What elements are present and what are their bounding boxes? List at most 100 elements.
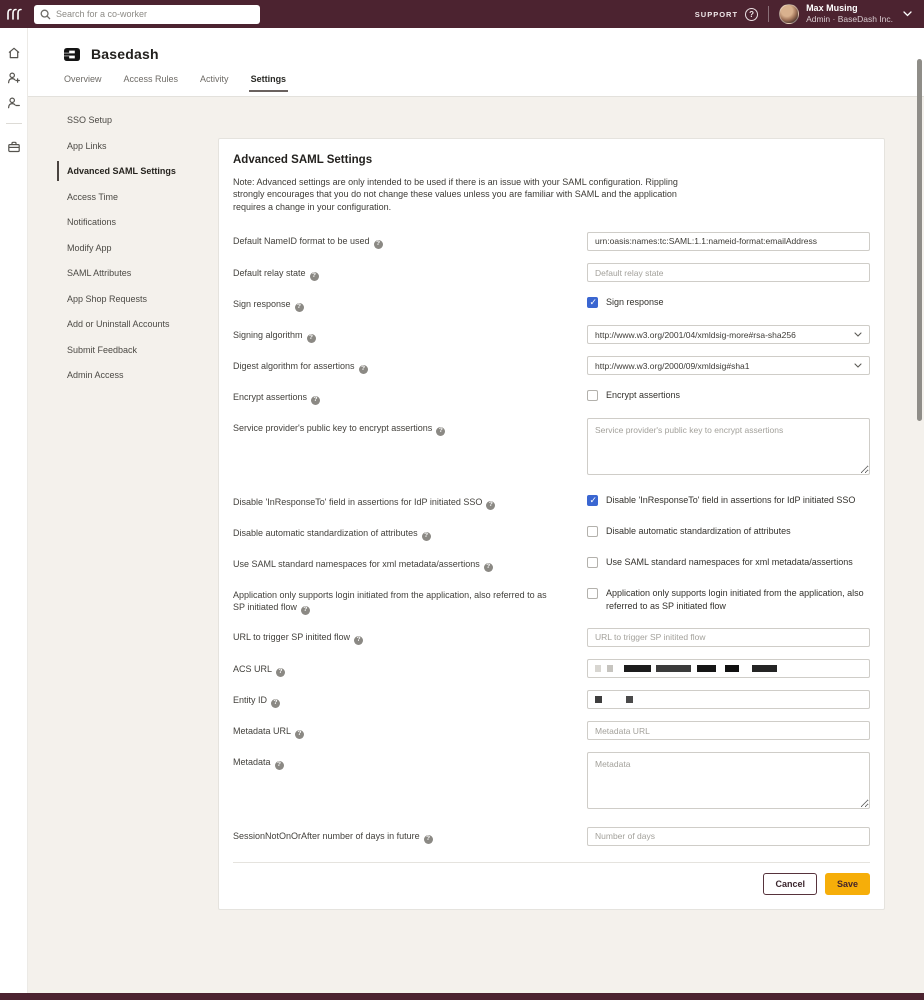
app-title: Basedash [91, 46, 159, 62]
sidebar-item-sso-setup[interactable]: SSO Setup [57, 110, 222, 130]
help-circle-icon[interactable]: ? [745, 8, 758, 21]
form-row-application-only-supports-login-initiated-from-the-application-also-referred-to-as-sp-initiated-flow: Application only supports login initiate… [233, 585, 870, 615]
home-icon[interactable] [0, 40, 28, 65]
field-control: Encrypt assertions [587, 387, 870, 406]
field-control: Use SAML standard namespaces for xml met… [587, 554, 870, 573]
support-link[interactable]: SUPPORT [695, 10, 738, 19]
checkbox-field: Sign response [587, 294, 870, 309]
form-row-disable-inresponseto-field-in-assertions-for-idp-initiated-sso: Disable 'InResponseTo' field in assertio… [233, 492, 870, 511]
redacted-value[interactable] [587, 690, 870, 709]
help-icon[interactable]: ? [311, 396, 320, 405]
field-label: Digest algorithm for assertions [233, 361, 355, 371]
icon-rail [0, 28, 28, 993]
checkbox[interactable] [587, 588, 598, 599]
text-input[interactable] [587, 827, 870, 846]
topbar-right: SUPPORT ? Max Musing Admin · BaseDash In… [695, 3, 924, 25]
help-icon[interactable]: ? [359, 365, 368, 374]
search-input[interactable] [56, 9, 246, 19]
help-icon[interactable]: ? [276, 668, 285, 677]
help-icon[interactable]: ? [295, 303, 304, 312]
help-icon[interactable]: ? [436, 427, 445, 436]
field-control [587, 263, 870, 283]
avatar[interactable] [779, 4, 799, 24]
help-icon[interactable]: ? [275, 761, 284, 770]
tab-access-rules[interactable]: Access Rules [124, 74, 179, 91]
rippling-logo-icon[interactable] [0, 0, 28, 28]
search-icon [40, 9, 51, 20]
sidebar-item-saml-attributes[interactable]: SAML Attributes [57, 263, 222, 283]
topbar: SUPPORT ? Max Musing Admin · BaseDash In… [0, 0, 924, 28]
help-icon[interactable]: ? [301, 606, 310, 615]
add-person-icon[interactable] [0, 65, 28, 90]
textarea-input[interactable] [587, 418, 870, 475]
checkbox[interactable] [587, 526, 598, 537]
scrollbar[interactable] [917, 59, 922, 421]
form-row-url-to-trigger-sp-initited-flow: URL to trigger SP initited flow? [233, 627, 870, 647]
select-dropdown[interactable]: http://www.w3.org/2000/09/xmldsig#sha1 [587, 356, 870, 375]
checkbox[interactable] [587, 390, 598, 401]
checkbox[interactable] [587, 557, 598, 568]
sidebar-item-access-time[interactable]: Access Time [57, 187, 222, 207]
sidebar-item-app-links[interactable]: App Links [57, 136, 222, 156]
checkbox-field: Disable 'InResponseTo' field in assertio… [587, 492, 870, 507]
text-input[interactable] [587, 628, 870, 647]
sidebar-item-advanced-saml-settings[interactable]: Advanced SAML Settings [57, 161, 222, 181]
sidebar-item-admin-access[interactable]: Admin Access [57, 365, 222, 385]
redacted-block [595, 665, 601, 672]
tab-overview[interactable]: Overview [64, 74, 102, 91]
redacted-block [725, 665, 739, 672]
checkbox[interactable] [587, 495, 598, 506]
help-icon[interactable]: ? [307, 334, 316, 343]
tab-activity[interactable]: Activity [200, 74, 229, 91]
user-info: Max Musing Admin · BaseDash Inc. [806, 3, 893, 25]
checkbox-label: Sign response [606, 296, 664, 309]
form-row-sessionnotonorafter-number-of-days-in-future: SessionNotOnOrAfter number of days in fu… [233, 826, 870, 846]
textarea-input[interactable] [587, 752, 870, 809]
chevron-down-icon [854, 332, 862, 337]
field-label: Disable automatic standardization of att… [233, 528, 418, 538]
search-box[interactable] [34, 5, 260, 24]
sidebar-item-add-or-uninstall-accounts[interactable]: Add or Uninstall Accounts [57, 314, 222, 334]
redacted-block [624, 665, 651, 672]
field-label: URL to trigger SP initited flow [233, 632, 350, 642]
save-button[interactable]: Save [825, 873, 870, 895]
user-name: Max Musing [806, 3, 893, 14]
form-row-use-saml-standard-namespaces-for-xml-metadata-assertions: Use SAML standard namespaces for xml met… [233, 554, 870, 573]
help-icon[interactable]: ? [310, 272, 319, 281]
field-control [587, 231, 870, 251]
help-icon[interactable]: ? [422, 532, 431, 541]
sidebar-item-notifications[interactable]: Notifications [57, 212, 222, 232]
help-icon[interactable]: ? [271, 699, 280, 708]
briefcase-icon[interactable] [0, 134, 28, 159]
text-input[interactable] [587, 232, 870, 251]
sidebar-item-modify-app[interactable]: Modify App [57, 238, 222, 258]
field-label: Default relay state [233, 268, 306, 278]
help-icon[interactable]: ? [295, 730, 304, 739]
form-row-signing-algorithm: Signing algorithm? http://www.w3.org/200… [233, 325, 870, 344]
text-input[interactable] [587, 721, 870, 740]
settings-panel: Advanced SAML Settings Note: Advanced se… [218, 138, 885, 910]
field-control: Disable automatic standardization of att… [587, 523, 870, 542]
help-icon[interactable]: ? [424, 835, 433, 844]
cancel-button[interactable]: Cancel [763, 873, 817, 895]
sidebar-item-app-shop-requests[interactable]: App Shop Requests [57, 289, 222, 309]
sidebar-item-submit-feedback[interactable]: Submit Feedback [57, 340, 222, 360]
help-icon[interactable]: ? [374, 240, 383, 249]
checkbox-field: Use SAML standard namespaces for xml met… [587, 554, 870, 569]
help-icon[interactable]: ? [484, 563, 493, 572]
help-icon[interactable]: ? [486, 501, 495, 510]
remove-person-icon[interactable] [0, 90, 28, 115]
tab-settings[interactable]: Settings [251, 74, 287, 91]
panel-note: Note: Advanced settings are only intende… [233, 176, 689, 213]
help-icon[interactable]: ? [354, 636, 363, 645]
checkbox-label: Application only supports login initiate… [606, 587, 870, 613]
select-dropdown[interactable]: http://www.w3.org/2001/04/xmldsig-more#r… [587, 325, 870, 344]
select-value: http://www.w3.org/2000/09/xmldsig#sha1 [595, 361, 850, 371]
field-label: Disable 'InResponseTo' field in assertio… [233, 497, 482, 507]
checkbox[interactable] [587, 297, 598, 308]
text-input[interactable] [587, 263, 870, 282]
checkbox-label: Encrypt assertions [606, 389, 680, 402]
checkbox-label: Disable 'InResponseTo' field in assertio… [606, 494, 855, 507]
redacted-value[interactable] [587, 659, 870, 678]
chevron-down-icon[interactable] [903, 11, 912, 17]
